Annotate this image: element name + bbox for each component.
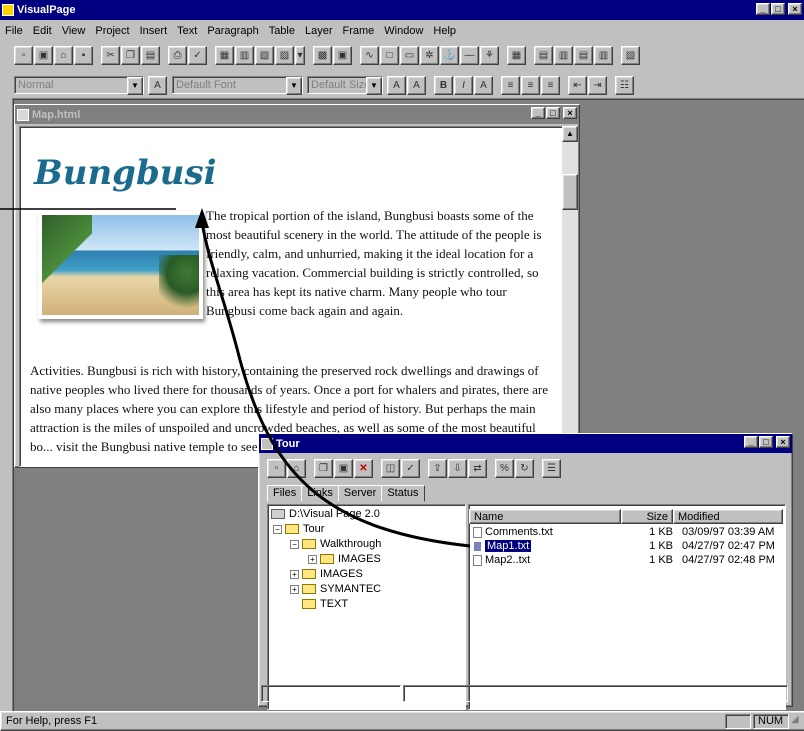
status-text: For Help, press F1 [6, 715, 98, 727]
resize-grip-icon[interactable]: ◢ [791, 714, 804, 728]
drag-arrow [0, 208, 471, 548]
arrow-head-icon [195, 208, 209, 228]
status-bar: For Help, press F1 NUM ◢ [0, 711, 804, 731]
status-panel [725, 713, 751, 729]
drag-path [200, 221, 471, 548]
num-lock-indicator: NUM [753, 713, 789, 729]
